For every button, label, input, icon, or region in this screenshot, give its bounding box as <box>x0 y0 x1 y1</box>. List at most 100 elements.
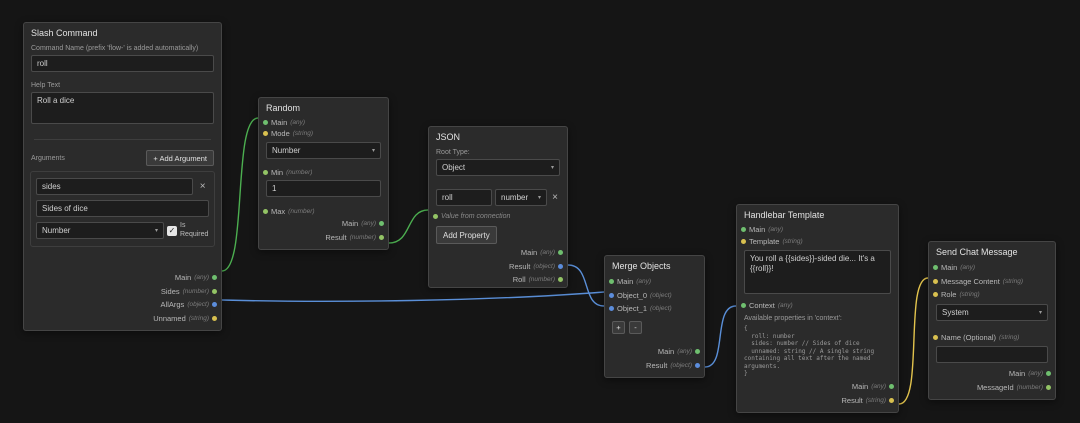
root-type-dropdown[interactable]: Object ▾ <box>436 159 560 176</box>
node-json[interactable]: JSON Root Type: Object ▾ number ▾ × Valu… <box>428 126 568 288</box>
input-port-dot[interactable] <box>433 214 438 219</box>
port-main-out[interactable]: Main (any) <box>429 246 567 260</box>
wire-slash-allargs-to-merge-object0[interactable] <box>221 291 605 302</box>
flow-canvas[interactable]: Slash Command Command Name (prefix 'flow… <box>0 0 1080 423</box>
port-main-out[interactable]: Main (any) <box>605 345 704 359</box>
port-main-out[interactable]: Main (any) <box>24 271 221 285</box>
port-object1-in[interactable]: Object_1 (object) <box>605 302 704 316</box>
port-max-in[interactable]: Max (number) <box>259 206 388 217</box>
help-text-input[interactable]: Roll a dice <box>31 92 214 124</box>
port-main-out[interactable]: Main (any) <box>737 380 898 394</box>
port-result-out[interactable]: Result (object) <box>605 359 704 373</box>
role-dropdown[interactable]: System ▾ <box>936 303 1048 321</box>
port-template-in[interactable]: Template (string) <box>737 236 898 248</box>
port-message-content-in[interactable]: Message Content (string) <box>929 275 1055 289</box>
argument-name-input[interactable] <box>36 178 194 195</box>
wire-slash-main-to-random-main[interactable] <box>221 117 259 272</box>
port-sides-out[interactable]: Sides (number) <box>24 285 221 299</box>
argument-type-dropdown[interactable]: Number ▾ <box>36 222 164 239</box>
output-port-dot[interactable] <box>558 277 563 283</box>
node-title[interactable]: Handlebar Template <box>737 205 898 224</box>
input-port-dot[interactable] <box>263 169 268 175</box>
input-port-dot[interactable] <box>933 278 938 284</box>
input-port-dot[interactable] <box>263 120 268 126</box>
port-name-in[interactable]: Name (Optional) (string) <box>929 331 1055 345</box>
output-port-dot[interactable] <box>889 397 894 403</box>
input-port-dot[interactable] <box>263 131 268 137</box>
output-port-dot[interactable] <box>379 234 384 240</box>
input-port-dot[interactable] <box>609 292 614 298</box>
input-port-dot[interactable] <box>933 265 938 271</box>
add-argument-button[interactable]: + Add Argument <box>146 150 214 166</box>
port-context-in[interactable]: Context (any) <box>737 300 898 312</box>
port-main-out[interactable]: Main (any) <box>259 217 388 231</box>
port-result-out[interactable]: Result (number) <box>259 231 388 245</box>
port-result-out[interactable]: Result (string) <box>737 394 898 408</box>
output-port-dot[interactable] <box>379 221 384 227</box>
property-type-dropdown[interactable]: number ▾ <box>495 189 547 206</box>
node-title[interactable]: JSON <box>429 127 567 146</box>
output-port-dot[interactable] <box>695 349 700 355</box>
node-send-chat-message[interactable]: Send Chat Message Main (any) Message Con… <box>928 241 1056 400</box>
add-property-button[interactable]: Add Property <box>436 226 497 244</box>
port-result-out[interactable]: Result (object) <box>429 260 567 274</box>
min-input[interactable] <box>266 179 381 197</box>
output-port-dot[interactable] <box>558 263 563 269</box>
input-port-dot[interactable] <box>933 292 938 298</box>
input-port-dot[interactable] <box>609 279 614 285</box>
node-title[interactable]: Merge Objects <box>605 256 704 275</box>
mode-dropdown[interactable]: Number ▾ <box>266 141 381 159</box>
port-messageid-out[interactable]: MessageId (number) <box>929 381 1055 395</box>
node-random[interactable]: Random Main (any) Mode (string) Number ▾… <box>258 97 389 250</box>
port-object0-in[interactable]: Object_0 (object) <box>605 289 704 303</box>
output-port-dot[interactable] <box>212 302 217 308</box>
name-input[interactable] <box>936 346 1048 363</box>
port-min-in[interactable]: Min (number) <box>259 167 388 178</box>
node-merge-objects[interactable]: Merge Objects Main (any) Object_0 (objec… <box>604 255 705 378</box>
output-port-dot[interactable] <box>695 362 700 368</box>
port-main-in[interactable]: Main (any) <box>929 261 1055 275</box>
output-port-dot[interactable] <box>889 384 894 390</box>
input-port-dot[interactable] <box>741 239 746 245</box>
argument-description-input[interactable] <box>36 200 209 217</box>
output-port-dot[interactable] <box>558 250 563 256</box>
port-allargs-out[interactable]: AllArgs (object) <box>24 298 221 312</box>
port-mode-in[interactable]: Mode (string) <box>259 128 388 139</box>
input-port-dot[interactable] <box>741 303 746 309</box>
port-unnamed-out[interactable]: Unnamed (string) <box>24 312 221 326</box>
wire-merge-result-to-handlebar-context[interactable] <box>704 305 737 368</box>
is-required-checkbox[interactable]: ✓ <box>167 225 177 236</box>
output-port-dot[interactable] <box>212 288 217 294</box>
port-role-in[interactable]: Role (string) <box>929 288 1055 302</box>
input-port-dot[interactable] <box>933 334 938 340</box>
node-title[interactable]: Random <box>259 98 388 117</box>
node-title[interactable]: Send Chat Message <box>929 242 1055 261</box>
wire-handlebar-result-to-message-content[interactable] <box>898 277 929 405</box>
port-main-in[interactable]: Main (any) <box>259 117 388 128</box>
command-name-input[interactable] <box>31 55 214 72</box>
remove-argument-icon[interactable]: × <box>196 180 209 194</box>
input-port-dot[interactable] <box>741 227 746 233</box>
node-title[interactable]: Slash Command <box>24 23 221 42</box>
input-port-dot[interactable] <box>609 306 614 312</box>
port-main-out[interactable]: Main (any) <box>929 367 1055 381</box>
add-object-button[interactable]: + <box>612 320 625 334</box>
port-roll-out[interactable]: Roll (number) <box>429 273 567 287</box>
port-main-in[interactable]: Main (any) <box>605 275 704 289</box>
output-port-dot[interactable] <box>212 315 217 321</box>
output-port-dot[interactable] <box>212 275 217 281</box>
port-main-in[interactable]: Main (any) <box>737 224 898 236</box>
property-key-input[interactable] <box>436 189 492 206</box>
wire-json-result-to-merge-object1[interactable] <box>567 264 605 307</box>
port-property-value-in[interactable]: Value from connection <box>429 213 567 220</box>
remove-object-button[interactable]: - <box>629 320 642 334</box>
input-port-dot[interactable] <box>263 208 268 214</box>
output-port-dot[interactable] <box>1046 384 1051 390</box>
template-input[interactable]: You roll a {{sides}}-sided die... It's a… <box>744 249 891 294</box>
output-port-dot[interactable] <box>1046 371 1051 377</box>
wire-random-result-to-json-roll[interactable] <box>388 209 429 244</box>
node-slash-command[interactable]: Slash Command Command Name (prefix 'flow… <box>23 22 222 331</box>
remove-property-icon[interactable]: × <box>550 191 560 205</box>
node-handlebar-template[interactable]: Handlebar Template Main (any) Template (… <box>736 204 899 413</box>
context-schema-code: { roll: number sides: number // Sides of… <box>744 325 875 378</box>
